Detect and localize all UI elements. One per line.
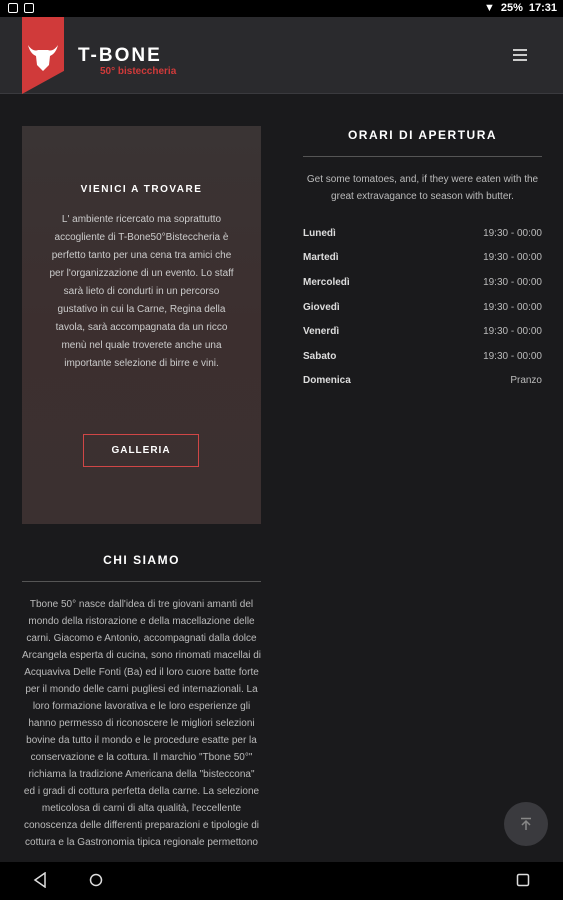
hours-row: Giovedì 19:30 - 00:00 [303, 295, 542, 320]
hours-time: 19:30 - 00:00 [483, 301, 542, 313]
divider [303, 156, 542, 157]
hours-day: Giovedì [303, 301, 340, 313]
triangle-back-icon[interactable] [33, 872, 47, 888]
brand-subtitle: 50° bisteccheria [100, 66, 177, 77]
hours-time: 19:30 - 00:00 [483, 326, 542, 338]
hours-description: Get some tomatoes, and, if they were eat… [306, 174, 539, 202]
hours-day: Venerdì [303, 326, 340, 338]
hours-time: 19:30 - 00:00 [483, 252, 542, 264]
notification-icons [8, 3, 34, 13]
status-right: ▼ 25% 17:31 [484, 2, 557, 14]
gallery-button[interactable]: GALLERIA [83, 434, 199, 467]
notification-icon [8, 3, 18, 13]
visit-text: L' ambiente ricercato ma soprattutto acc… [49, 214, 234, 369]
hours-row: Domenica Pranzo [303, 369, 542, 394]
hours-day: Lunedì [303, 227, 336, 239]
visit-title: VIENICI A TROVARE [80, 184, 203, 195]
system-nav-bar [0, 862, 563, 900]
circle-home-icon[interactable] [88, 872, 104, 888]
about-title: CHI SIAMO [103, 553, 180, 567]
hours-row: Lunedì 19:30 - 00:00 [303, 221, 542, 246]
bull-icon [28, 45, 58, 71]
brand-name[interactable]: T-BONE [78, 45, 162, 67]
hours-row: Mercoledì 19:30 - 00:00 [303, 270, 542, 295]
back-to-top-button[interactable] [504, 802, 548, 846]
visit-card: VIENICI A TROVARE L' ambiente ricercato … [22, 126, 261, 524]
hamburger-icon[interactable] [513, 49, 527, 61]
hours-day: Sabato [303, 350, 337, 362]
hours-time: 19:30 - 00:00 [483, 350, 542, 362]
wifi-icon: ▼ [483, 2, 495, 14]
hours-day: Domenica [303, 375, 351, 387]
hours-day: Mercoledì [303, 276, 350, 288]
arrow-up-icon [521, 817, 531, 830]
battery-percent: 25% [500, 2, 523, 14]
hours-row: Venerdì 19:30 - 00:00 [303, 319, 542, 344]
about-text: Tbone 50° nasce dall'idea di tre giovani… [22, 599, 262, 848]
hours-day: Martedì [303, 252, 339, 264]
hours-row: Sabato 19:30 - 00:00 [303, 344, 542, 369]
hours-row: Martedì 19:30 - 00:00 [303, 246, 542, 271]
hours-title: ORARI DI APERTURA [347, 128, 498, 142]
clock: 17:31 [528, 2, 557, 14]
header: T-BONE 50° bisteccheria [0, 17, 563, 94]
right-column: ORARI DI APERTURA Get some tomatoes, and… [303, 126, 542, 393]
hours-time: 19:30 - 00:00 [483, 276, 542, 288]
logo-ribbon[interactable] [22, 17, 64, 94]
notification-icon [24, 3, 34, 13]
hours-table: Lunedì 19:30 - 00:00 Martedì 19:30 - 00:… [303, 221, 542, 393]
status-bar: ▼ 25% 17:31 [0, 0, 563, 17]
left-column: VIENICI A TROVARE L' ambiente ricercato … [22, 126, 261, 848]
square-recents-icon[interactable] [516, 873, 530, 887]
hours-time: 19:30 - 00:00 [483, 227, 542, 239]
divider [22, 581, 261, 582]
hours-time: Pranzo [510, 375, 542, 387]
